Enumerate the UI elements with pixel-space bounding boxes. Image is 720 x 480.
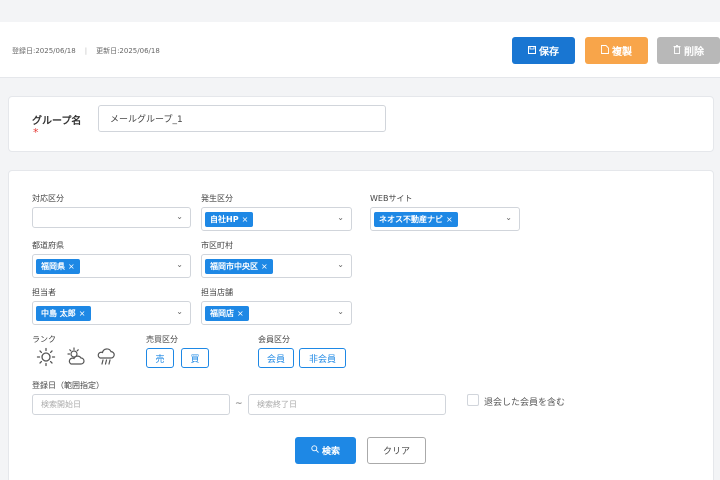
member-label: 会員区分 xyxy=(258,335,290,344)
group-card: グループ名 * メールグループ_1 xyxy=(8,96,714,152)
search-button[interactable]: 検索 xyxy=(295,437,356,464)
save-button[interactable]: 保存 xyxy=(512,37,575,64)
tag-remove-icon[interactable]: × xyxy=(261,262,268,271)
chevron-down-icon: ⌄ xyxy=(337,307,344,316)
chevron-down-icon: ⌄ xyxy=(505,213,512,222)
web-label: WEBサイト xyxy=(370,194,413,203)
web-select[interactable]: ネオス不動産ナビ × ⌄ xyxy=(370,207,520,231)
store-tag: 福岡店 × xyxy=(205,305,249,321)
withdrawn-checkbox[interactable] xyxy=(467,394,479,406)
city-select[interactable]: 福岡市中央区 × ⌄ xyxy=(201,254,352,278)
web-tag-label: ネオス不動産ナビ xyxy=(379,214,443,224)
record-dates: 登録日:2025/06/18 | 更新日:2025/06/18 xyxy=(12,46,160,56)
chevron-down-icon: ⌄ xyxy=(337,260,344,269)
baibai-buy-button[interactable]: 買 xyxy=(181,348,209,368)
city-label: 市区町村 xyxy=(201,241,233,250)
baibai-label: 売買区分 xyxy=(146,335,178,344)
pref-tag: 福岡県 × xyxy=(36,258,80,274)
top-strip xyxy=(0,0,720,22)
registered-date: 登録日:2025/06/18 xyxy=(12,47,76,55)
date-separator: | xyxy=(84,47,88,55)
rank-icons xyxy=(36,347,116,367)
start-date-input[interactable]: 検索開始日 xyxy=(32,394,230,415)
hassei-tag-label: 自社HP xyxy=(210,214,239,224)
tag-remove-icon[interactable]: × xyxy=(79,309,86,318)
staff-tag-label: 中島 太郎 xyxy=(41,308,76,318)
search-label: 検索 xyxy=(321,447,340,457)
store-select[interactable]: 福岡店 × ⌄ xyxy=(201,301,352,325)
reg-date-label: 登録日（範囲指定） xyxy=(32,381,104,390)
hassei-tag: 自社HP × xyxy=(205,211,254,227)
staff-tag: 中島 太郎 × xyxy=(36,305,91,321)
store-tag-label: 福岡店 xyxy=(210,308,234,318)
filter-card: 対応区分 ⌄ 発生区分 自社HP × ⌄ WEBサイト ネオス不動産ナビ × ⌄ 都… xyxy=(8,170,714,480)
chevron-down-icon: ⌄ xyxy=(176,212,183,221)
copy-icon xyxy=(601,45,609,56)
member-button[interactable]: 会員 xyxy=(258,348,294,368)
end-date-input[interactable]: 検索終了日 xyxy=(248,394,446,415)
baibai-sell-button[interactable]: 売 xyxy=(146,348,174,368)
group-name-input[interactable]: メールグループ_1 xyxy=(98,105,386,132)
chevron-down-icon: ⌄ xyxy=(337,213,344,222)
delete-button[interactable]: 削除 xyxy=(657,37,720,64)
web-tag: ネオス不動産ナビ × xyxy=(374,211,458,227)
chevron-down-icon: ⌄ xyxy=(176,260,183,269)
city-tag: 福岡市中央区 × xyxy=(205,258,273,274)
clear-button[interactable]: クリア xyxy=(367,437,426,464)
chevron-down-icon: ⌄ xyxy=(176,307,183,316)
taiou-label: 対応区分 xyxy=(32,194,64,203)
delete-label: 削除 xyxy=(684,47,704,58)
save-label: 保存 xyxy=(539,47,559,58)
save-icon xyxy=(528,45,536,56)
taiou-select[interactable]: ⌄ xyxy=(32,207,191,228)
tag-remove-icon[interactable]: × xyxy=(446,215,453,224)
pref-label: 都道府県 xyxy=(32,241,64,250)
copy-button[interactable]: 複製 xyxy=(585,37,648,64)
tag-remove-icon[interactable]: × xyxy=(68,262,75,271)
partly-cloudy-icon[interactable] xyxy=(66,347,86,367)
group-name-label: グループ名 xyxy=(32,116,82,127)
trash-icon xyxy=(673,45,681,56)
pref-tag-label: 福岡県 xyxy=(41,261,65,271)
city-tag-label: 福岡市中央区 xyxy=(210,261,258,271)
hassei-label: 発生区分 xyxy=(201,194,233,203)
hassei-select[interactable]: 自社HP × ⌄ xyxy=(201,207,352,231)
withdrawn-label: 退会した会員を含む xyxy=(484,398,566,408)
rain-icon[interactable] xyxy=(96,347,116,367)
staff-select[interactable]: 中島 太郎 × ⌄ xyxy=(32,301,191,325)
non-member-button[interactable]: 非会員 xyxy=(299,348,346,368)
sun-icon[interactable] xyxy=(36,347,56,367)
store-label: 担当店舗 xyxy=(201,288,233,297)
required-mark: * xyxy=(33,126,39,139)
record-header: 登録日:2025/06/18 | 更新日:2025/06/18 保存 複製 削除 xyxy=(0,22,720,78)
range-separator: ~ xyxy=(235,399,243,409)
copy-label: 複製 xyxy=(612,47,632,58)
tag-remove-icon[interactable]: × xyxy=(242,215,249,224)
tag-remove-icon[interactable]: × xyxy=(237,309,244,318)
updated-date: 更新日:2025/06/18 xyxy=(96,47,160,55)
staff-label: 担当者 xyxy=(32,288,56,297)
search-icon xyxy=(311,445,319,456)
rank-label: ランク xyxy=(32,335,56,344)
pref-select[interactable]: 福岡県 × ⌄ xyxy=(32,254,191,278)
